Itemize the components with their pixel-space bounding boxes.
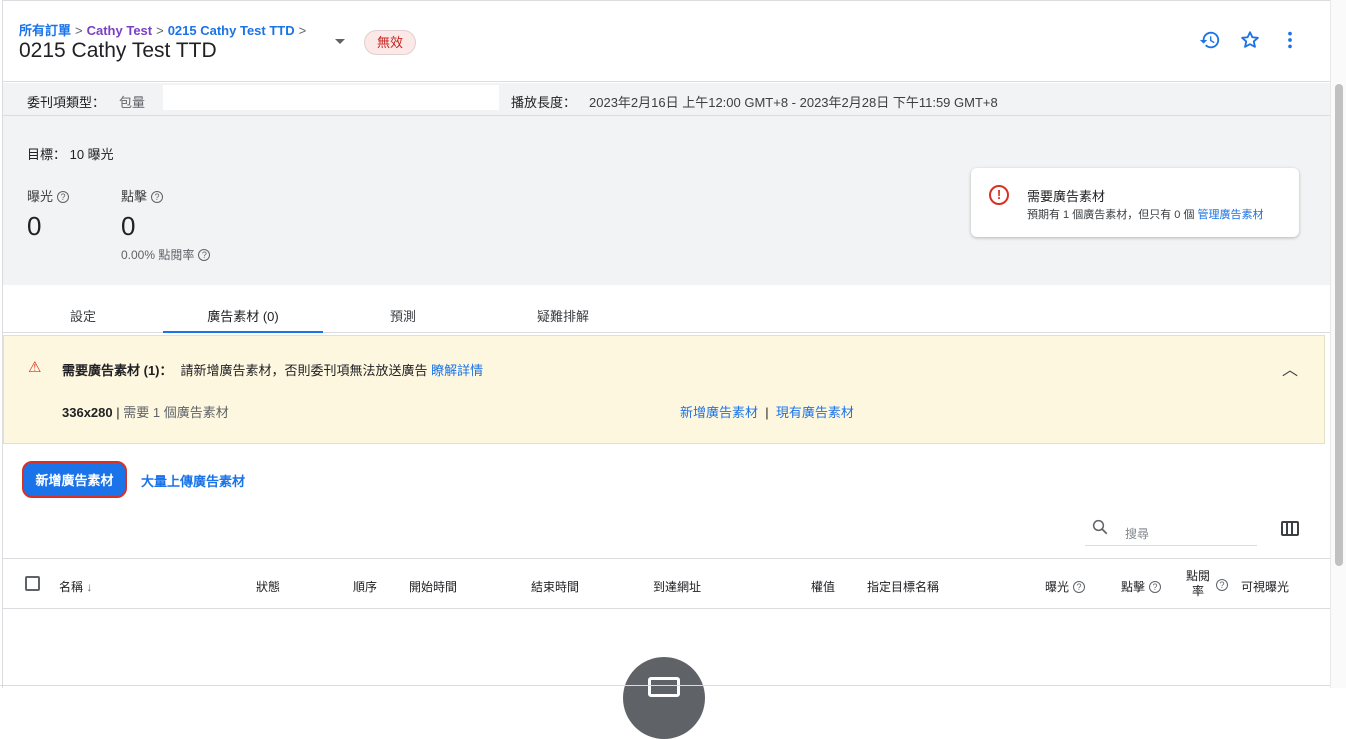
empty-state-icon: [623, 657, 705, 739]
alert-desc: 預期有 1 個廣告素材，但只有 0 個: [1027, 209, 1195, 221]
bulk-upload-button[interactable]: 大量上傳廣告素材: [141, 471, 245, 490]
add-creative-button[interactable]: 新增廣告素材: [22, 461, 127, 498]
learn-more-link[interactable]: 瞭解詳情: [431, 363, 483, 378]
help-icon[interactable]: ?: [1216, 579, 1228, 591]
more-vert-icon[interactable]: [1279, 29, 1301, 51]
col-target-name[interactable]: 指定目標名稱: [867, 578, 939, 595]
col-impressions-label: 曝光: [1045, 580, 1070, 594]
duration-label: 播放長度：: [511, 95, 577, 110]
col-viewable[interactable]: 可視曝光: [1241, 578, 1289, 595]
manage-creatives-link[interactable]: 管理廣告素材: [1198, 209, 1264, 221]
ctr-value: 0.00%: [121, 248, 156, 262]
existing-creative-link[interactable]: 現有廣告素材: [776, 405, 854, 420]
info-blank-box: [163, 85, 499, 110]
breadcrumb-line-item[interactable]: 0215 Cathy Test TTD: [168, 23, 295, 38]
size-note: 需要 1 個廣告素材: [123, 405, 229, 420]
impressions-value: 0: [27, 211, 42, 241]
col-ctr[interactable]: 點閱 率: [1185, 569, 1211, 599]
scrollbar[interactable]: [1330, 0, 1346, 688]
help-icon[interactable]: ?: [151, 191, 164, 203]
col-status[interactable]: 狀態: [256, 578, 280, 595]
history-icon[interactable]: [1199, 29, 1221, 51]
goal-text: 目標： 10 曝光: [27, 147, 114, 162]
col-clicks[interactable]: 點擊?: [1121, 578, 1162, 595]
clicks-stat: 點擊? 0 0.00% 點閱率?: [121, 186, 211, 263]
search-input[interactable]: 搜尋: [1085, 516, 1257, 546]
creative-size: 336x280: [62, 405, 113, 420]
tab-bar: 設定 廣告素材 (0) 預測 疑難排解: [3, 297, 1331, 333]
breadcrumb-separator: >: [75, 23, 83, 38]
breadcrumb-all-orders[interactable]: 所有訂單: [19, 23, 71, 38]
alert-title: 需要廣告素材: [1027, 189, 1106, 204]
banner-title: 需要廣告素材 (1)：: [62, 363, 173, 378]
banner-message: 請新增廣告素材，否則委刊項無法放送廣告: [180, 363, 428, 378]
breadcrumb-order[interactable]: Cathy Test: [87, 23, 153, 38]
creative-required-card: ! 需要廣告素材 預期有 1 個廣告素材，但只有 0 個 管理廣告素材: [971, 168, 1299, 237]
impressions-label: 曝光: [27, 189, 54, 204]
search-icon: [1091, 518, 1109, 541]
help-icon[interactable]: ?: [198, 249, 211, 261]
tab-troubleshoot[interactable]: 疑難排解: [483, 297, 643, 333]
info-strip: 委刊項類型： 包量 播放長度： 2023年2月16日 上午12:00 GMT+8…: [3, 83, 1331, 115]
duration-value: 2023年2月16日 上午12:00 GMT+8 - 2023年2月28日 下午…: [589, 95, 998, 110]
column-settings-icon[interactable]: [1281, 521, 1299, 536]
help-icon[interactable]: ?: [1073, 581, 1086, 593]
tab-settings[interactable]: 設定: [3, 297, 163, 333]
add-creative-link[interactable]: 新增廣告素材: [680, 405, 758, 420]
col-impressions[interactable]: 曝光?: [1045, 578, 1086, 595]
col-landing-url[interactable]: 到達網址: [653, 578, 701, 595]
col-weight[interactable]: 權值: [811, 578, 835, 595]
status-badge: 無效: [364, 30, 417, 55]
search-placeholder: 搜尋: [1125, 527, 1150, 541]
breadcrumb-separator: >: [156, 23, 164, 38]
col-name-label: 名稱: [59, 580, 84, 594]
col-end-time[interactable]: 結束時間: [531, 578, 579, 595]
col-name[interactable]: 名稱 ↓: [59, 578, 92, 595]
app-frame: 所有訂單 > Cathy Test >0215 Cathy Test TTD > 021…: [2, 0, 1331, 739]
sort-arrow-icon: ↓: [86, 580, 93, 594]
col-start-time[interactable]: 開始時間: [409, 578, 457, 595]
tab-forecast[interactable]: 預測: [323, 297, 483, 333]
clicks-value: 0: [121, 211, 136, 241]
clicks-label: 點擊: [121, 189, 148, 204]
col-order[interactable]: 順序: [353, 578, 377, 595]
warning-banner: ⚠ 需要廣告素材 (1)： 請新增廣告素材，否則委刊項無法放送廣告 瞭解詳情 ︿ …: [3, 335, 1325, 444]
impressions-stat: 曝光? 0: [27, 186, 70, 242]
scrollbar-thumb[interactable]: [1335, 84, 1343, 566]
type-value: 包量: [119, 95, 146, 110]
warning-icon: ⚠: [28, 359, 42, 376]
star-icon[interactable]: [1239, 29, 1261, 51]
table-header: 名稱 ↓ 狀態 順序 開始時間 結束時間 到達網址 權值 指定目標名稱 曝光? …: [3, 558, 1331, 609]
ctr-label: 點閱率: [158, 248, 195, 262]
title-dropdown-icon[interactable]: [335, 39, 345, 44]
help-icon[interactable]: ?: [57, 191, 70, 203]
page-title: 0215 Cathy Test TTD: [19, 39, 217, 62]
stats-panel: 目標： 10 曝光 曝光? 0 點擊? 0 0.00% 點閱率? ! 需要廣告素…: [3, 115, 1331, 285]
col-clicks-label: 點擊: [1121, 580, 1146, 594]
breadcrumb-separator: >: [298, 23, 307, 38]
page-header: 所有訂單 > Cathy Test >0215 Cathy Test TTD > 021…: [3, 1, 1331, 82]
link-separator: |: [765, 405, 769, 420]
collapse-chevron-icon[interactable]: ︿: [1282, 356, 1298, 380]
error-icon: !: [989, 185, 1009, 205]
tab-creatives[interactable]: 廣告素材 (0): [163, 297, 323, 333]
select-all-checkbox[interactable]: [25, 576, 40, 591]
type-label: 委刊項類型：: [27, 95, 106, 110]
help-icon[interactable]: ?: [1149, 581, 1162, 593]
breadcrumb: 所有訂單 > Cathy Test >0215 Cathy Test TTD >: [19, 20, 310, 39]
bottom-border: [0, 685, 1330, 686]
